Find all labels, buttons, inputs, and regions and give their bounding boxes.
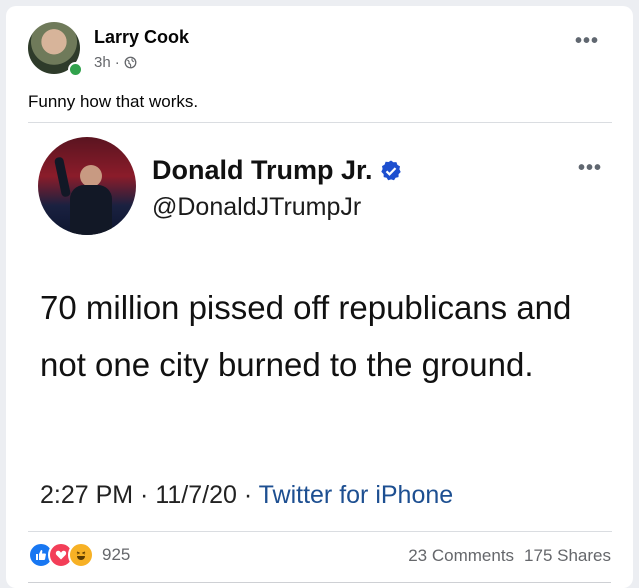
author-name[interactable]: Larry Cook <box>94 27 189 48</box>
haha-reaction-icon <box>68 542 94 568</box>
engagement-counts: 23 Comments 175 Shares <box>408 546 611 566</box>
tweet-handle: @DonaldJTrumpJr <box>152 193 362 221</box>
facebook-post: Larry Cook 3h · ••• Funny how that works… <box>6 6 633 588</box>
post-options-button[interactable]: ••• <box>575 31 599 51</box>
tweet-footer: 2:27 PM · 11/7/20 · Twitter for iPhone <box>40 481 453 510</box>
tweet-timestamp: 2:27 PM · 11/7/20 · <box>40 481 259 509</box>
tweet-screenshot[interactable]: Donald Trump Jr. @DonaldJTrumpJr ••• 70 … <box>28 122 612 532</box>
comments-count[interactable]: 23 Comments <box>408 546 514 566</box>
post-caption: Funny how that works. <box>28 92 199 111</box>
avatar-arm <box>53 156 72 198</box>
tweet-more-icon: ••• <box>577 157 602 179</box>
action-divider <box>28 582 611 583</box>
tweet-author: Donald Trump Jr. <box>152 155 403 186</box>
online-status-dot <box>68 62 83 77</box>
shares-count[interactable]: 175 Shares <box>524 546 611 566</box>
tweet-avatar <box>38 137 136 235</box>
tweet-text: 70 million pissed off republicans and no… <box>40 289 572 383</box>
globe-icon[interactable] <box>124 56 137 69</box>
reaction-count[interactable]: 925 <box>102 545 130 565</box>
avatar-suit <box>70 185 112 235</box>
verified-badge-icon <box>380 160 401 180</box>
reactions-summary[interactable]: 925 <box>28 542 130 568</box>
tweet-author-name: Donald Trump Jr. <box>152 155 373 185</box>
tweet-source: Twitter for iPhone <box>258 481 454 509</box>
post-time[interactable]: 3h <box>94 54 111 71</box>
avatar-head <box>80 165 102 187</box>
meta-separator: · <box>114 54 120 71</box>
post-meta: 3h · <box>94 54 137 71</box>
